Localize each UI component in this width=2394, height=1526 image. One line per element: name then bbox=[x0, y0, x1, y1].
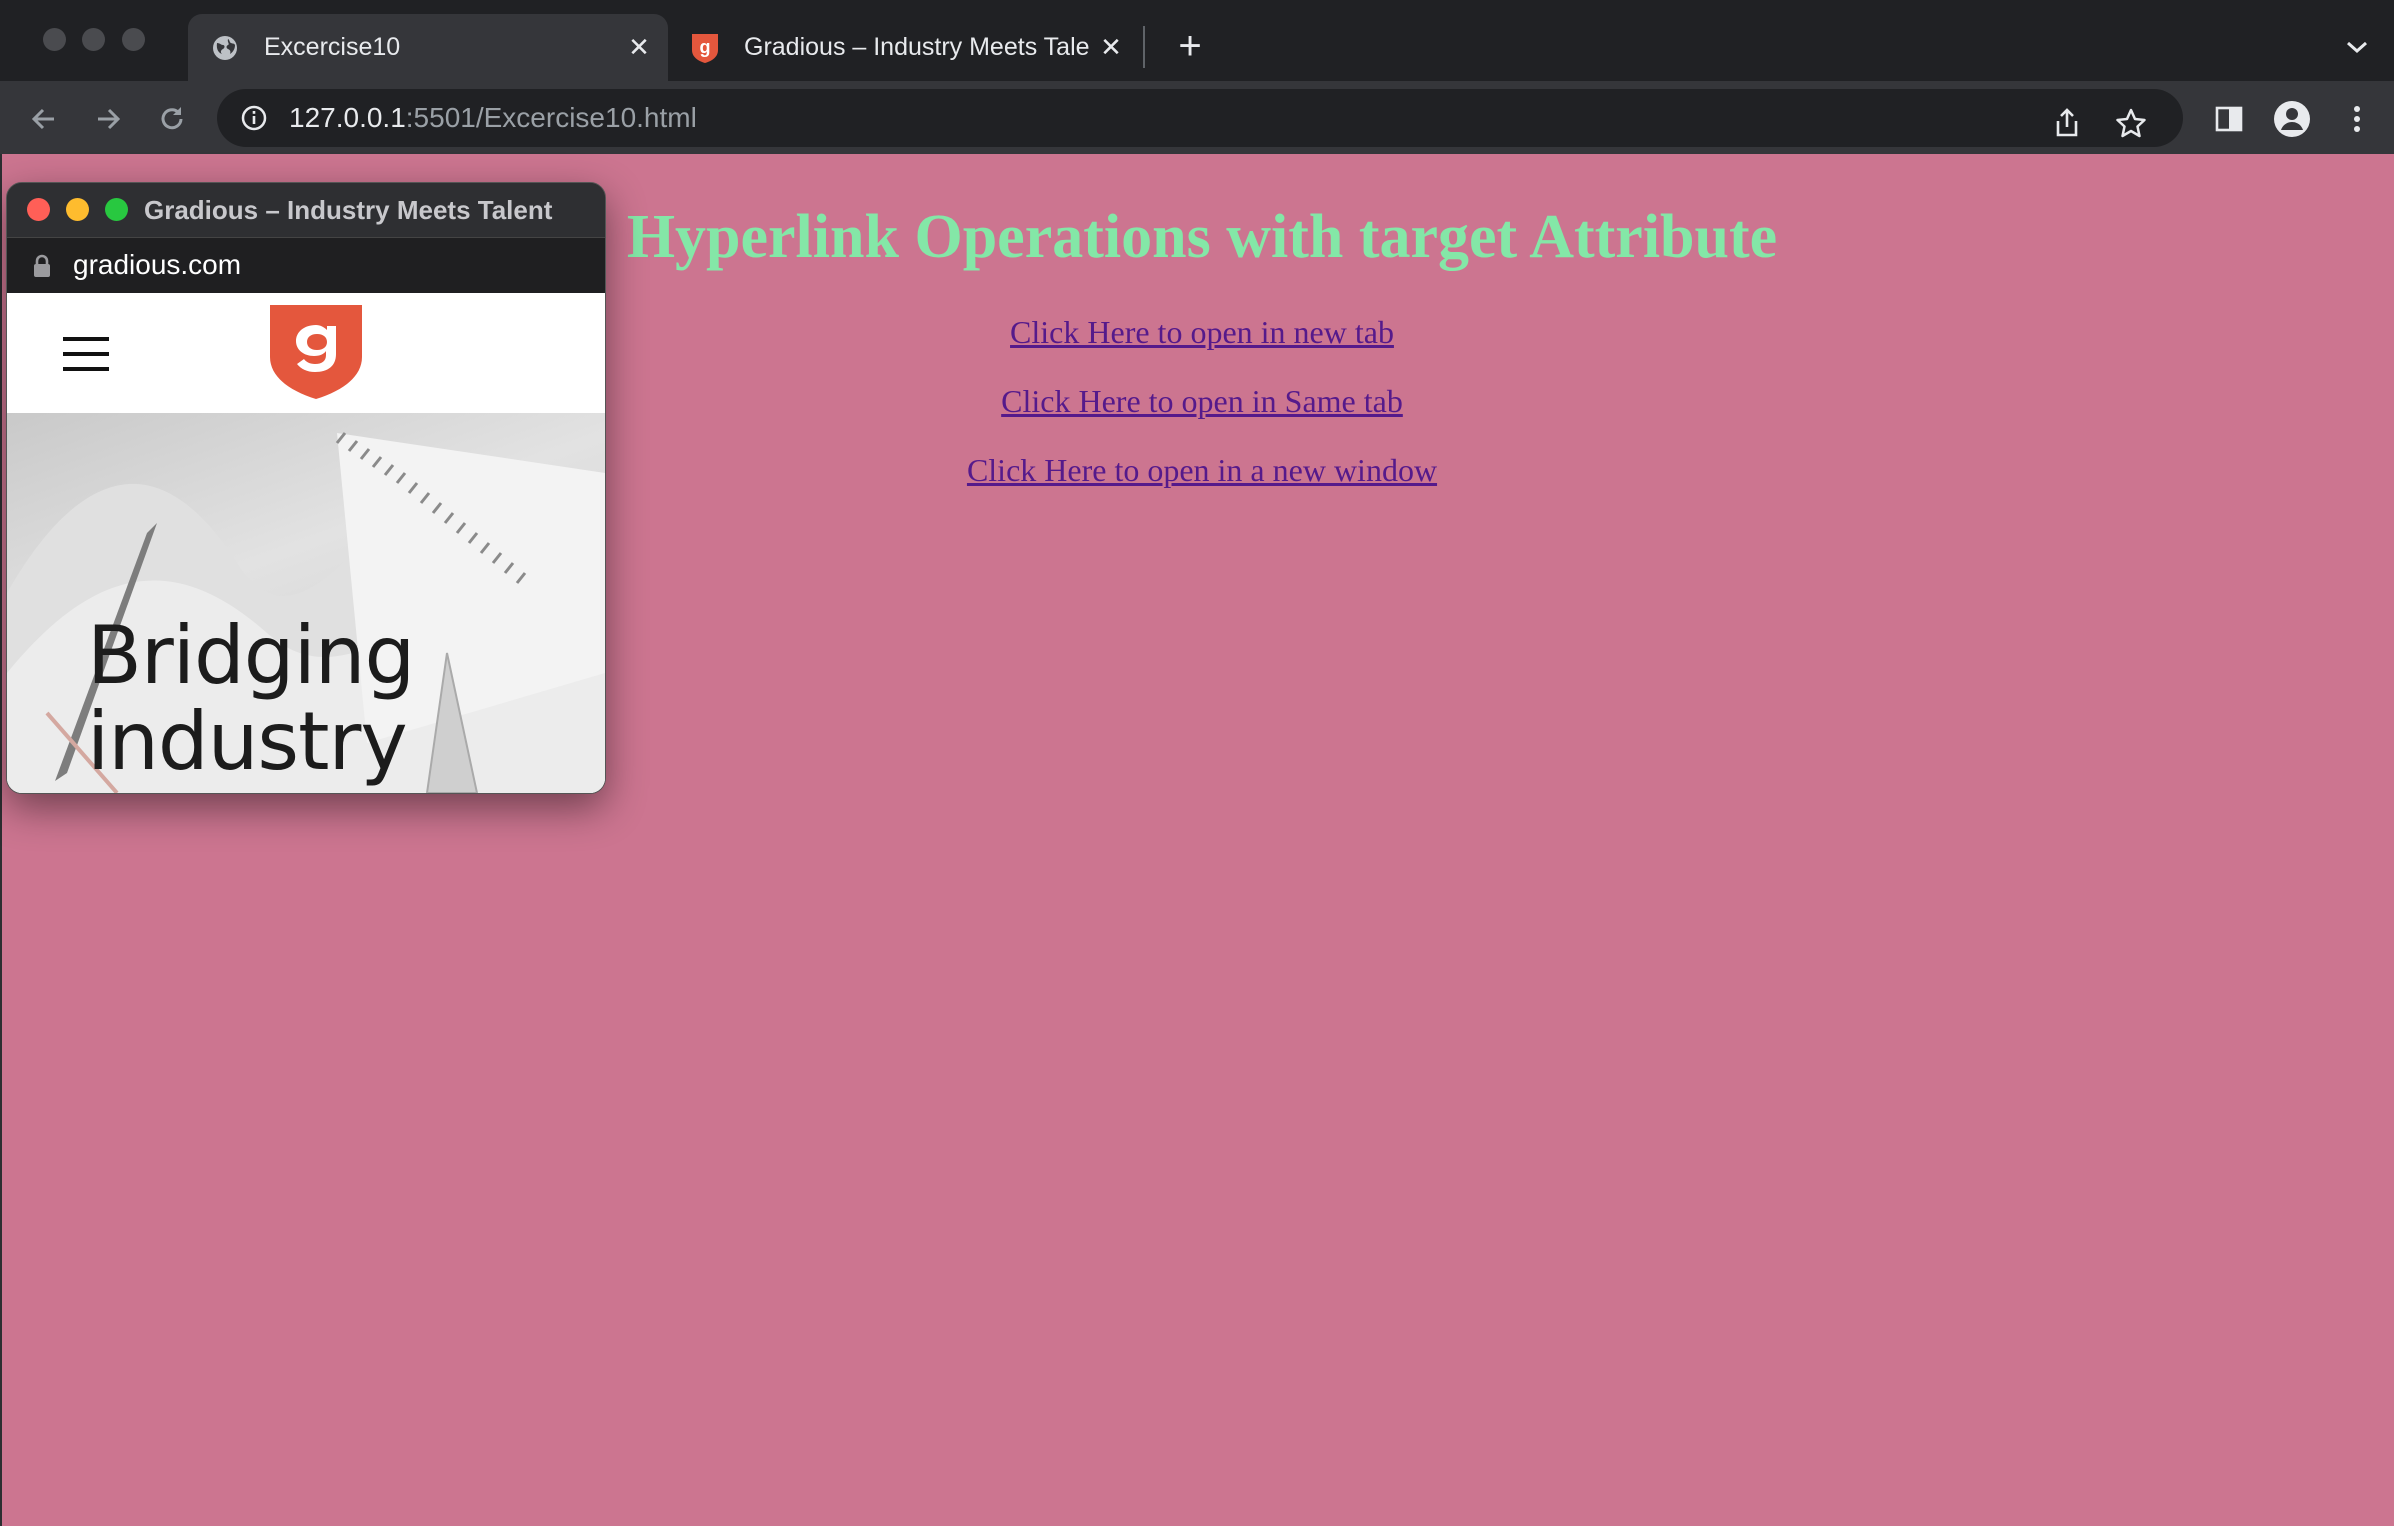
site-header bbox=[7, 293, 605, 413]
window-close-button[interactable] bbox=[43, 28, 66, 51]
forward-arrow-icon[interactable] bbox=[86, 97, 130, 141]
gradious-logo-icon: g bbox=[690, 33, 720, 63]
window-zoom-button[interactable] bbox=[122, 28, 145, 51]
popup-address-bar[interactable]: gradious.com bbox=[7, 237, 605, 294]
tab-excercise10[interactable]: Excercise10 ✕ bbox=[188, 14, 668, 81]
popup-close-button[interactable] bbox=[27, 198, 50, 221]
popup-host: gradious.com bbox=[73, 249, 242, 280]
hero-line-2: industry bbox=[87, 695, 408, 788]
address-bar[interactable]: 127.0.0.1:5501/Excercise10.html bbox=[217, 89, 2183, 147]
kebab-menu-icon[interactable] bbox=[2335, 97, 2379, 141]
url-text: 127.0.0.1:5501/Excercise10.html bbox=[289, 102, 697, 134]
tab-title: Gradious – Industry Meets Tale bbox=[744, 33, 1090, 61]
url-host: 127.0.0.1 bbox=[289, 102, 406, 133]
popup-zoom-button[interactable] bbox=[105, 198, 128, 221]
popup-minimize-button[interactable] bbox=[66, 198, 89, 221]
window-minimize-button[interactable] bbox=[82, 28, 105, 51]
hero-line-1: Bridging bbox=[87, 609, 415, 702]
tab-strip: Excercise10 ✕ g Gradious – Industry Meet… bbox=[0, 0, 2394, 81]
tab-title: Excercise10 bbox=[264, 33, 401, 61]
lock-icon bbox=[34, 254, 50, 277]
gradious-logo[interactable] bbox=[267, 303, 365, 401]
share-icon[interactable] bbox=[2047, 103, 2087, 143]
gradious-site: Bridging industry bbox=[7, 293, 605, 793]
hamburger-menu-icon[interactable] bbox=[63, 337, 109, 371]
toolbar: 127.0.0.1:5501/Excercise10.html bbox=[0, 81, 2394, 154]
new-tab-plus-icon[interactable]: + bbox=[1168, 24, 1212, 68]
tab-separator bbox=[1143, 26, 1145, 68]
hero-banner: Bridging industry bbox=[7, 413, 605, 793]
tab-close-icon[interactable]: ✕ bbox=[1096, 32, 1126, 62]
reload-icon[interactable] bbox=[150, 97, 194, 141]
profile-avatar-icon[interactable] bbox=[2270, 97, 2314, 141]
popup-titlebar[interactable]: Gradious – Industry Meets Talent bbox=[7, 183, 605, 237]
popup-title: Gradious – Industry Meets Talent bbox=[144, 195, 553, 225]
globe-icon bbox=[210, 33, 240, 63]
tab-gradious[interactable]: g Gradious – Industry Meets Tale ✕ bbox=[668, 14, 1140, 81]
url-path: :5501/Excercise10.html bbox=[405, 102, 697, 133]
svg-text:g: g bbox=[700, 37, 711, 57]
bookmark-star-icon[interactable] bbox=[2111, 103, 2151, 143]
hero-headline: Bridging industry bbox=[87, 609, 415, 788]
site-info-icon[interactable] bbox=[239, 103, 269, 133]
popup-window[interactable]: Gradious – Industry Meets Talent gradiou… bbox=[6, 182, 606, 794]
back-arrow-icon[interactable] bbox=[22, 97, 66, 141]
side-panel-icon[interactable] bbox=[2207, 97, 2251, 141]
tab-search-chevron-icon[interactable] bbox=[2340, 30, 2374, 64]
browser-chrome: Excercise10 ✕ g Gradious – Industry Meet… bbox=[0, 0, 2394, 154]
tab-close-icon[interactable]: ✕ bbox=[624, 32, 654, 62]
